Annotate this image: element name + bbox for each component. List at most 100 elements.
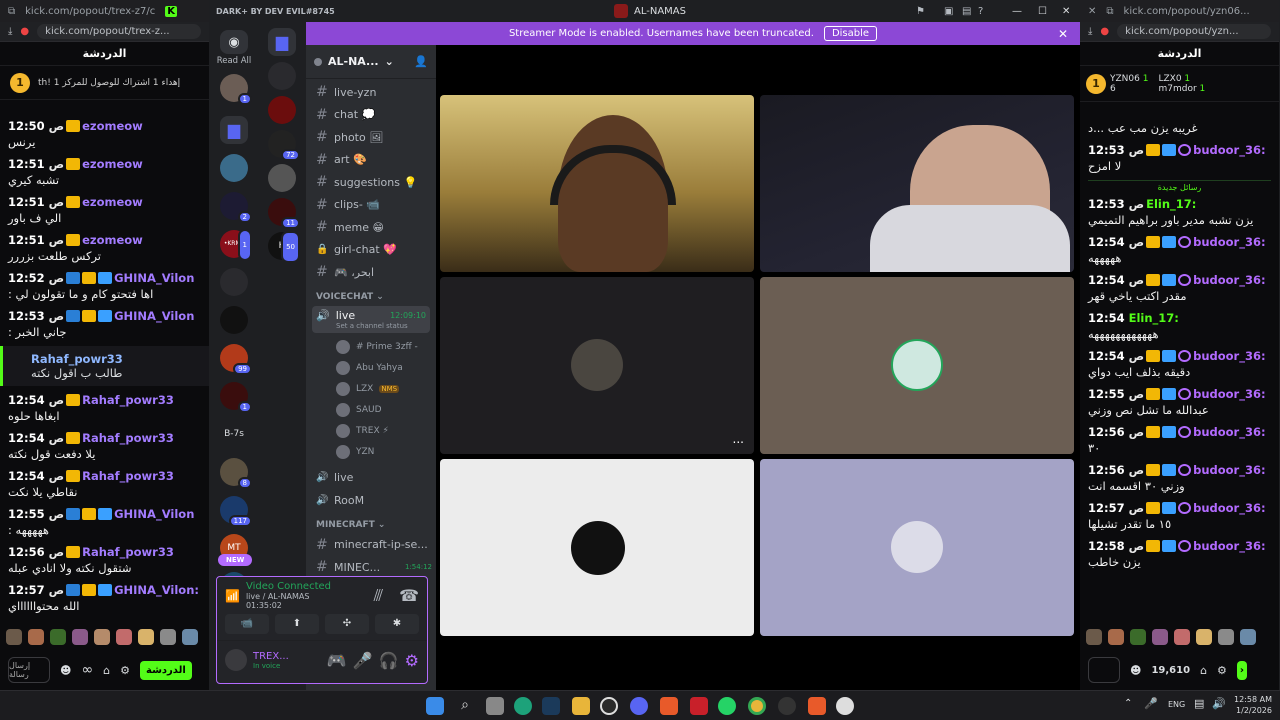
emote-icon[interactable] xyxy=(28,629,44,645)
text-channel[interactable]: # 🎮 ،ابحر xyxy=(306,261,436,284)
voice-category[interactable]: VOICECHAT ⌄ xyxy=(306,284,436,306)
video-tile[interactable] xyxy=(760,95,1074,272)
video-tile[interactable] xyxy=(760,277,1074,454)
emote-icon[interactable] xyxy=(50,629,66,645)
voice-user[interactable]: Abu Yahya xyxy=(306,358,436,379)
emote-icon[interactable] xyxy=(160,629,176,645)
message-username[interactable]: budoor_36: xyxy=(1193,273,1265,287)
maximize-icon[interactable]: ☐ xyxy=(1038,6,1047,17)
read-all-button[interactable]: Read All xyxy=(210,56,258,66)
voice-channel[interactable]: 🔊 RooM xyxy=(306,489,436,512)
disable-button[interactable]: Disable xyxy=(823,26,878,41)
message-username[interactable]: budoor_36: xyxy=(1193,387,1265,401)
volume-icon[interactable]: 🔊 xyxy=(1212,697,1226,710)
message-username[interactable]: budoor_36: xyxy=(1193,539,1265,553)
emote-icon[interactable] xyxy=(1086,629,1102,645)
brave-icon[interactable] xyxy=(808,697,826,715)
message-username[interactable]: Rahaf_powr33 xyxy=(82,469,174,483)
smiley-icon[interactable]: ☻ xyxy=(60,664,71,677)
video-tile[interactable] xyxy=(760,459,1074,636)
chevron-up-icon[interactable]: ⌃ xyxy=(1124,698,1132,709)
emote-icon[interactable] xyxy=(1174,629,1190,645)
server-icon[interactable]: 99 xyxy=(220,344,252,375)
message-username[interactable]: ezomeow xyxy=(82,119,143,133)
obs-icon[interactable] xyxy=(778,697,796,715)
message-username[interactable]: budoor_36: xyxy=(1193,463,1265,477)
inbox-icon[interactable]: ▤ xyxy=(962,6,971,17)
text-channel[interactable]: # photo 🖼 xyxy=(306,126,436,149)
message-username[interactable]: ezomeow xyxy=(82,233,143,247)
video-tile[interactable] xyxy=(440,95,754,272)
explorer-icon[interactable] xyxy=(572,697,590,715)
url-field[interactable]: kick.com/popout/yzn... xyxy=(1117,24,1271,39)
server-icon[interactable]: 72 xyxy=(268,130,300,161)
connection-subtitle[interactable]: live / AL-NAMAS xyxy=(246,592,331,601)
network-icon[interactable]: ▤ xyxy=(1194,697,1204,710)
invite-icon[interactable]: 👤 xyxy=(414,55,428,68)
extension-icon[interactable]: ● xyxy=(1100,26,1109,37)
download-icon[interactable]: ⤓ xyxy=(8,26,12,37)
message-username[interactable]: budoor_36: xyxy=(1193,349,1265,363)
emote-icon[interactable] xyxy=(1108,629,1124,645)
headphone-icon[interactable]: 🎧 xyxy=(379,651,399,670)
gear-icon[interactable]: ⚙ xyxy=(120,664,130,677)
server-icon[interactable]: 1 xyxy=(220,74,252,105)
close-icon[interactable]: ✕ xyxy=(1088,6,1096,17)
text-channel[interactable]: # meme 😁 xyxy=(306,216,436,239)
server-icon[interactable]: 117 xyxy=(220,496,252,527)
new-unreads-pill[interactable]: NEW xyxy=(218,554,253,566)
video-tile[interactable]: ... xyxy=(440,277,754,454)
voice-app-icon[interactable] xyxy=(690,697,708,715)
emote-icon[interactable] xyxy=(6,629,22,645)
edge-icon[interactable] xyxy=(514,697,532,715)
whatsapp-icon[interactable] xyxy=(718,697,736,715)
voice-channel[interactable]: 🔊 live xyxy=(306,467,436,490)
send-button[interactable]: الدردشة xyxy=(140,660,192,680)
server-icon[interactable] xyxy=(268,62,296,90)
disconnect-icon[interactable]: ☎ xyxy=(399,586,419,605)
emote-icon[interactable] xyxy=(182,629,198,645)
text-channel[interactable]: # suggestions 💡 xyxy=(306,171,436,194)
message-username[interactable]: GHINA_Vilon xyxy=(114,271,194,285)
close-icon[interactable]: ✕ xyxy=(1058,27,1068,41)
server-label[interactable]: B-7s xyxy=(220,420,248,448)
text-channel[interactable]: # art 🎨 xyxy=(306,149,436,172)
emote-icon[interactable] xyxy=(116,629,132,645)
text-channel[interactable]: # chat 💭 xyxy=(306,104,436,127)
gifter-name[interactable]: m7mdor xyxy=(1158,84,1196,94)
message-username[interactable]: Elin_17: xyxy=(1146,197,1196,211)
text-channel[interactable]: # live-yzn xyxy=(306,81,436,104)
flag-icon[interactable]: ⚑ xyxy=(916,6,925,17)
store-icon[interactable]: ⌂ xyxy=(103,664,110,677)
avatar[interactable] xyxy=(225,649,247,671)
smiley-icon[interactable]: ☻ xyxy=(1130,664,1141,677)
steam-icon[interactable] xyxy=(542,697,560,715)
server-icon[interactable]: •KRM• 1 xyxy=(220,229,252,261)
message-username[interactable]: Elin_17: xyxy=(1129,311,1179,325)
xbox-icon[interactable] xyxy=(600,697,618,715)
send-button[interactable]: › xyxy=(1236,660,1248,680)
text-channel[interactable]: 🔒 girl-chat 💖 xyxy=(306,239,436,262)
gifter-name[interactable]: 6 xyxy=(1110,84,1116,94)
message-username[interactable]: budoor_36: xyxy=(1193,425,1265,439)
language-indicator[interactable]: ENG xyxy=(1168,700,1185,709)
gifter-name[interactable]: YZN06 xyxy=(1110,74,1140,84)
store-icon[interactable]: ⌂ xyxy=(1200,664,1207,677)
server-icon[interactable]: 2 xyxy=(220,192,252,223)
task-view-icon[interactable] xyxy=(486,697,504,715)
server-icon[interactable]: 8 xyxy=(220,458,252,489)
emote-icon[interactable] xyxy=(1196,629,1212,645)
message-username[interactable]: Rahaf_powr33 xyxy=(82,393,174,407)
message-username[interactable]: GHINA_Vilon xyxy=(114,507,194,521)
voice-user[interactable]: SAUD xyxy=(306,400,436,421)
server-icon[interactable] xyxy=(220,154,248,182)
discord-icon[interactable] xyxy=(630,697,648,715)
screen-share-icon[interactable]: ▣ xyxy=(944,6,953,17)
gear-icon[interactable]: ⚙ xyxy=(405,651,419,670)
server-icon[interactable] xyxy=(268,96,296,124)
restore-icon[interactable]: ⧉ xyxy=(8,6,15,17)
highlight-user[interactable]: Rahaf_powr33 xyxy=(31,352,203,366)
emote-icon[interactable] xyxy=(1240,629,1256,645)
download-icon[interactable]: ⤓ xyxy=(1088,26,1092,37)
voice-user[interactable]: TREX ⚡ xyxy=(306,421,436,442)
